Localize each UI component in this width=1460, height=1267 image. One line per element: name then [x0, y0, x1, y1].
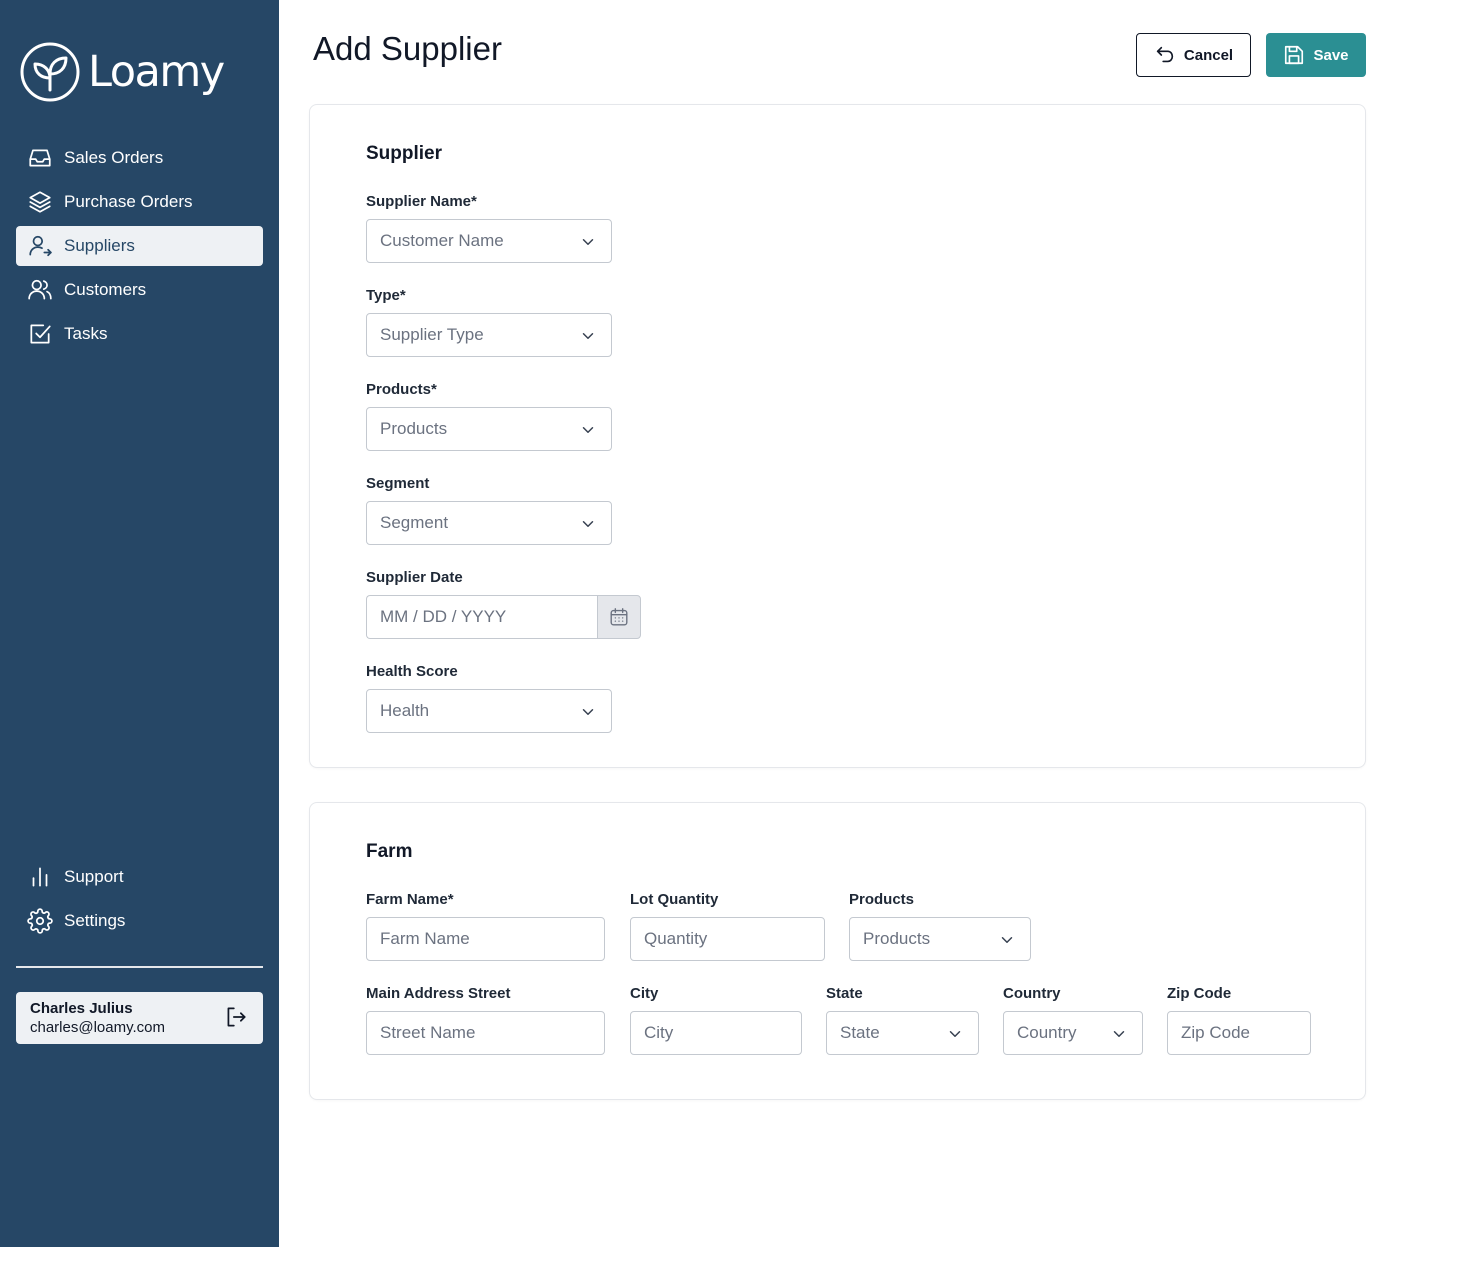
sidebar-item-label: Suppliers — [64, 236, 135, 255]
chevron-down-icon — [582, 239, 594, 245]
layers-icon — [29, 191, 51, 213]
city-input[interactable] — [630, 1011, 802, 1055]
cancel-button-label: Cancel — [1183, 46, 1234, 64]
state-label: State — [826, 985, 863, 1002]
street-input[interactable] — [366, 1011, 605, 1055]
products-placeholder: Products — [380, 419, 448, 438]
page-title: Add Supplier — [313, 30, 502, 67]
sidebar-item-label: Settings — [64, 911, 126, 930]
supplier-name-label: Supplier Name* — [366, 193, 477, 210]
save-icon — [1285, 45, 1304, 65]
chevron-down-icon — [1001, 937, 1013, 943]
calendar-button[interactable] — [597, 595, 641, 639]
section-title: Supplier — [366, 143, 443, 164]
gear-icon — [27, 908, 53, 934]
sidebar-nav-main: Sales Orders Purchase Orders Suppliers C… — [16, 138, 263, 358]
health-score-select[interactable]: Health — [366, 689, 612, 733]
chevron-down-icon — [582, 521, 594, 527]
sidebar-item-suppliers[interactable]: Suppliers — [16, 226, 263, 266]
segment-placeholder: Segment — [380, 513, 449, 532]
sidebar-nav-secondary: Support Settings — [16, 857, 263, 945]
chevron-down-icon — [582, 709, 594, 715]
sprout-logo-icon — [20, 42, 80, 102]
products-label: Products* — [366, 381, 437, 398]
save-button[interactable]: Save — [1266, 33, 1366, 77]
sidebar-item-settings[interactable]: Settings — [16, 901, 263, 941]
segment-label: Segment — [366, 475, 430, 492]
users-icon — [28, 279, 52, 300]
brand-logo[interactable]: Loamy — [20, 42, 225, 102]
zip-code-label: Zip Code — [1167, 985, 1232, 1002]
health-score-placeholder: Health — [380, 701, 430, 720]
country-label: Country — [1003, 985, 1061, 1002]
chevron-down-icon — [949, 1031, 961, 1037]
farm-products-placeholder: Products — [863, 929, 931, 948]
health-score-label: Health Score — [366, 663, 458, 680]
supplier-type-placeholder: Supplier Type — [380, 325, 484, 344]
user-card: Charles Julius charles@loamy.com — [16, 992, 263, 1044]
section-title: Farm — [366, 841, 413, 862]
calendar-icon — [610, 608, 628, 626]
sidebar-item-label: Tasks — [64, 324, 108, 343]
products-select[interactable]: Products — [366, 407, 612, 451]
sidebar-item-purchase-orders[interactable]: Purchase Orders — [16, 182, 263, 222]
sidebar-item-sales-orders[interactable]: Sales Orders — [16, 138, 263, 178]
sidebar-divider — [16, 966, 263, 968]
street-label: Main Address Street — [366, 985, 511, 1002]
farm-products-label: Products — [849, 891, 915, 908]
state-placeholder: State — [840, 1023, 880, 1042]
farm-section: Farm Farm Name* Lot Quantity Products Pr… — [309, 802, 1366, 1100]
farm-name-label: Farm Name* — [366, 891, 454, 908]
undo-icon — [1156, 46, 1174, 63]
inbox-icon — [29, 149, 51, 167]
supplier-date-input[interactable] — [366, 595, 597, 639]
supplier-type-select[interactable]: Supplier Type — [366, 313, 612, 357]
country-select[interactable]: Country — [1003, 1011, 1143, 1055]
farm-products-select[interactable]: Products — [849, 917, 1031, 961]
brand-name: Loamy — [88, 47, 225, 97]
sidebar-item-label: Customers — [64, 280, 147, 299]
sidebar-item-tasks[interactable]: Tasks — [16, 314, 263, 354]
supplier-date-label: Supplier Date — [366, 569, 463, 586]
lot-quantity-label: Lot Quantity — [630, 891, 719, 908]
sidebar-item-customers[interactable]: Customers — [16, 270, 263, 310]
supplier-name-select[interactable]: Customer Name — [366, 219, 612, 263]
sidebar-item-support[interactable]: Support — [16, 857, 263, 897]
sidebar-item-label: Sales Orders — [64, 148, 164, 167]
user-arrow-icon — [29, 235, 52, 257]
cancel-button[interactable]: Cancel — [1136, 33, 1251, 77]
zip-code-input[interactable] — [1167, 1011, 1311, 1055]
farm-name-input[interactable] — [366, 917, 605, 961]
chevron-down-icon — [582, 427, 594, 433]
segment-select[interactable]: Segment — [366, 501, 612, 545]
lot-quantity-input[interactable] — [630, 917, 825, 961]
user-email: charles@loamy.com — [30, 1019, 165, 1036]
supplier-date-field — [366, 595, 641, 639]
sidebar-item-label: Support — [64, 867, 124, 886]
user-name: Charles Julius — [30, 1000, 133, 1017]
type-label: Type* — [366, 287, 406, 304]
supplier-section: Supplier Supplier Name* Customer Name Ty… — [309, 104, 1366, 768]
chevron-down-icon — [1113, 1031, 1125, 1037]
country-placeholder: Country — [1017, 1023, 1077, 1042]
supplier-name-placeholder: Customer Name — [380, 231, 504, 250]
bar-chart-icon — [32, 867, 48, 887]
checkbox-icon — [30, 324, 51, 344]
save-button-label: Save — [1313, 46, 1349, 64]
sidebar-item-label: Purchase Orders — [64, 192, 193, 211]
chevron-down-icon — [582, 333, 594, 339]
sidebar: Loamy Sales Orders Purchase Orders Suppl… — [0, 0, 279, 1247]
logout-icon[interactable] — [223, 1004, 249, 1030]
state-select[interactable]: State — [826, 1011, 979, 1055]
city-label: City — [630, 985, 659, 1002]
